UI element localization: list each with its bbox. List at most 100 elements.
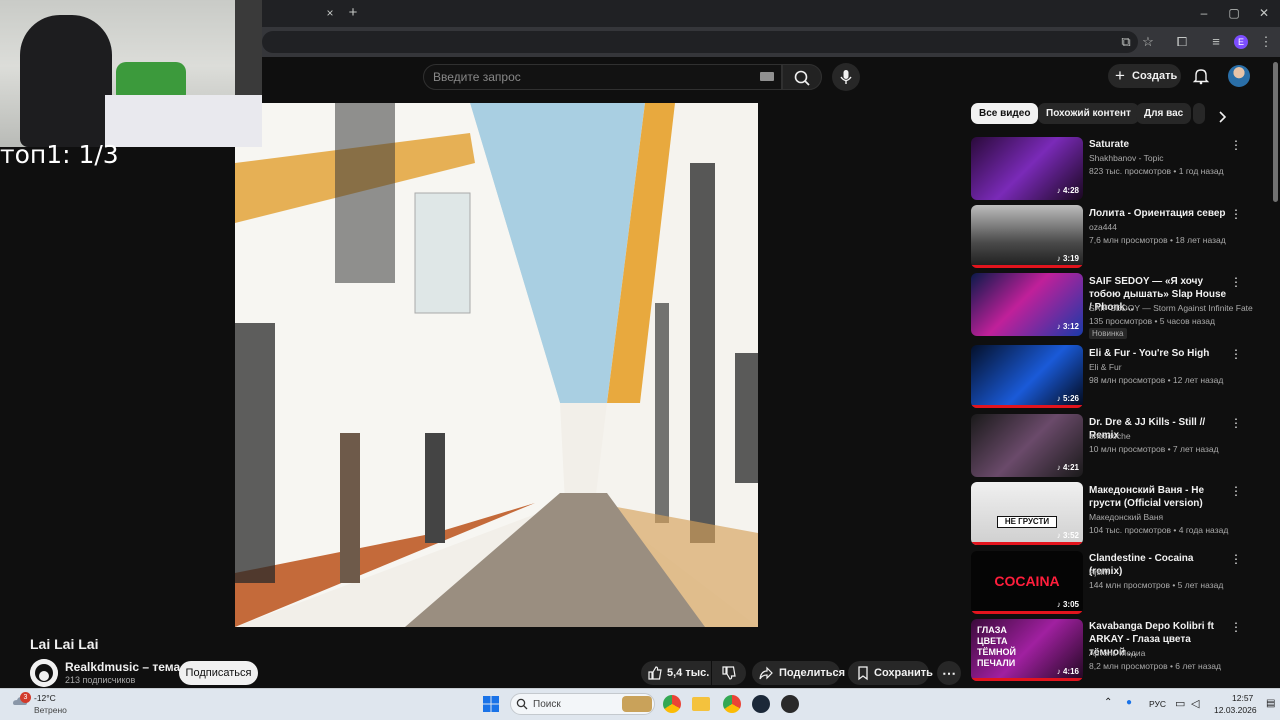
video-thumbnail[interactable]: ♪ 4:21	[971, 414, 1083, 477]
voice-search-button[interactable]	[832, 63, 860, 91]
video-item-meta: 135 просмотров • 5 часов назад	[1089, 316, 1215, 326]
chrome-taskbar-icon[interactable]	[663, 695, 681, 713]
video-title: Lai Lai Lai	[30, 636, 99, 652]
weather-text: Ветрено	[34, 705, 67, 715]
windows-start-icon[interactable]	[483, 696, 499, 712]
video-thumbnail[interactable]: COCAINA ♪ 3:05	[971, 551, 1083, 614]
taskbar-search-icon	[516, 698, 528, 710]
thumbnail-caption: ГЛАЗА ЦВЕТА ТЁМНОЙ ПЕЧАЛИ	[977, 625, 1016, 668]
item-menu-icon[interactable]: ⋮	[1230, 207, 1242, 221]
video-item-title[interactable]: Лолита - Ориентация север	[1089, 207, 1229, 220]
video-item-title[interactable]: Македонский Ваня - Не грусти (Official v…	[1089, 484, 1229, 510]
notifications-bell-icon[interactable]	[1192, 67, 1210, 85]
chevron-right-icon[interactable]	[1215, 110, 1229, 124]
video-thumbnail[interactable]: ♪ 4:28	[971, 137, 1083, 200]
item-menu-icon[interactable]: ⋮	[1230, 484, 1242, 498]
close-window-button[interactable]: ✕	[1254, 4, 1274, 22]
tab-close-icon[interactable]: ×	[323, 6, 337, 20]
chip-related[interactable]: Похожий контент	[1038, 103, 1139, 124]
item-menu-icon[interactable]: ⋮	[1230, 275, 1242, 289]
video-player[interactable]	[235, 103, 758, 627]
chip-all-videos[interactable]: Все видео	[971, 103, 1039, 124]
video-item-meta: 98 млн просмотров • 12 лет назад	[1089, 375, 1224, 385]
channel-avatar-icon	[30, 659, 58, 687]
bookmark-star-icon[interactable]: ☆	[1140, 33, 1156, 51]
video-item-channel[interactable]: oza444	[1089, 222, 1117, 232]
video-item-channel[interactable]: SAIF SEDOY — Storm Against Infinite Fate	[1089, 303, 1253, 313]
thumbnail-caption: COCAINA	[994, 573, 1060, 589]
video-thumbnail[interactable]: ♪ 3:12	[971, 273, 1083, 336]
duration-label: ♪ 4:28	[1056, 186, 1079, 195]
cast-icon[interactable]: ⧉	[1118, 33, 1134, 51]
notifications-icon[interactable]: ▤	[1266, 698, 1275, 709]
webcam-overlay-image	[0, 0, 262, 147]
duration-label: ♪ 3:12	[1056, 322, 1079, 331]
video-frame-street-image	[235, 103, 758, 627]
video-item-meta: 10 млн просмотров • 7 лет назад	[1089, 444, 1219, 454]
steam-icon[interactable]	[752, 695, 770, 713]
bookmark-icon	[858, 666, 868, 681]
gaming-chair-shape	[20, 15, 112, 147]
video-thumbnail[interactable]: ♪ 3:19	[971, 205, 1083, 268]
search-highlight-image	[622, 696, 652, 712]
browser-menu-icon[interactable]: ⋮	[1258, 33, 1274, 51]
video-item-channel[interactable]: Shakhbanov - Topic	[1089, 153, 1164, 163]
account-avatar[interactable]	[1228, 65, 1250, 87]
input-language[interactable]: РУС	[1149, 699, 1166, 709]
video-thumbnail[interactable]: ♪ 5:26	[971, 345, 1083, 408]
item-menu-icon[interactable]: ⋮	[1230, 347, 1242, 361]
duration-label: ♪ 5:26	[1056, 394, 1079, 403]
video-item-channel[interactable]: anecdoche	[1089, 431, 1131, 441]
weather-alert-badge: 3	[20, 692, 31, 703]
subscribe-button[interactable]: Подписаться	[179, 661, 258, 685]
clock-time[interactable]: 12:57	[1232, 693, 1253, 703]
video-item-meta: 8,2 млн просмотров • 6 лет назад	[1089, 661, 1221, 671]
media-control-icon[interactable]: ≡	[1208, 33, 1224, 51]
search-placeholder: Введите запрос	[433, 70, 521, 84]
keyboard-icon[interactable]	[760, 72, 774, 81]
video-item-channel[interactable]: Артель Медиа	[1089, 648, 1145, 658]
app-taskbar-icon[interactable]	[781, 695, 799, 713]
video-item-title[interactable]: Saturate	[1089, 138, 1229, 151]
duration-label: ♪ 4:21	[1056, 463, 1079, 472]
new-badge: Новинка	[1089, 328, 1127, 339]
video-thumbnail[interactable]: НЕ ГРУСТИ ♪ 3:52	[971, 482, 1083, 545]
tray-chevron-icon[interactable]: ⌃	[1104, 697, 1112, 708]
item-menu-icon[interactable]: ⋮	[1230, 620, 1242, 634]
network-icon[interactable]: ▭	[1175, 697, 1185, 710]
new-tab-button[interactable]: +	[345, 4, 361, 22]
more-actions-button[interactable]: ⋯	[937, 661, 961, 685]
video-item-title[interactable]: Clandestine - Cocaina (remix)	[1089, 552, 1229, 578]
channel-name[interactable]: Realkdmusic – тема	[65, 660, 180, 674]
channel-avatar[interactable]	[30, 659, 58, 687]
maximize-button[interactable]: ▢	[1224, 4, 1244, 22]
video-item-channel[interactable]: Eli & Fur	[1089, 362, 1122, 372]
item-menu-icon[interactable]: ⋮	[1230, 416, 1242, 430]
subscriber-count: 213 подписчиков	[65, 675, 136, 685]
watched-progress-bar	[971, 611, 1083, 614]
search-icon	[794, 70, 810, 86]
item-menu-icon[interactable]: ⋮	[1230, 552, 1242, 566]
clock-date[interactable]: 12.03.2026	[1214, 705, 1257, 715]
watched-progress-bar	[971, 678, 1083, 681]
video-item-channel[interactable]: AjsiM	[1089, 567, 1110, 577]
file-explorer-icon[interactable]	[692, 697, 710, 711]
address-bar[interactable]	[262, 31, 1138, 53]
browser-profile-avatar[interactable]: E	[1234, 35, 1248, 49]
video-item-meta: 104 тыс. просмотров • 4 года назад	[1089, 525, 1229, 535]
chip-for-you[interactable]: Для вас	[1136, 103, 1192, 124]
item-menu-icon[interactable]: ⋮	[1230, 138, 1242, 152]
video-item-channel[interactable]: Македонский Ваня	[1089, 512, 1163, 522]
video-item-title[interactable]: Eli & Fur - You're So High	[1089, 347, 1229, 360]
extensions-icon[interactable]: ⧠	[1174, 33, 1190, 51]
search-button[interactable]	[782, 64, 822, 90]
taskbar-search-label: Поиск	[533, 699, 561, 710]
microphone-tray-icon[interactable]: ●	[1126, 697, 1132, 708]
chrome-profile-taskbar-icon[interactable]	[723, 695, 741, 713]
chip-partial[interactable]	[1193, 103, 1205, 124]
temperature-label: -12°C	[34, 693, 56, 703]
volume-icon[interactable]: ◁	[1191, 697, 1199, 710]
scrollbar-thumb[interactable]	[1273, 62, 1278, 202]
video-thumbnail[interactable]: ГЛАЗА ЦВЕТА ТЁМНОЙ ПЕЧАЛИ ♪ 4:16	[971, 619, 1083, 681]
minimize-button[interactable]: –	[1194, 4, 1214, 22]
